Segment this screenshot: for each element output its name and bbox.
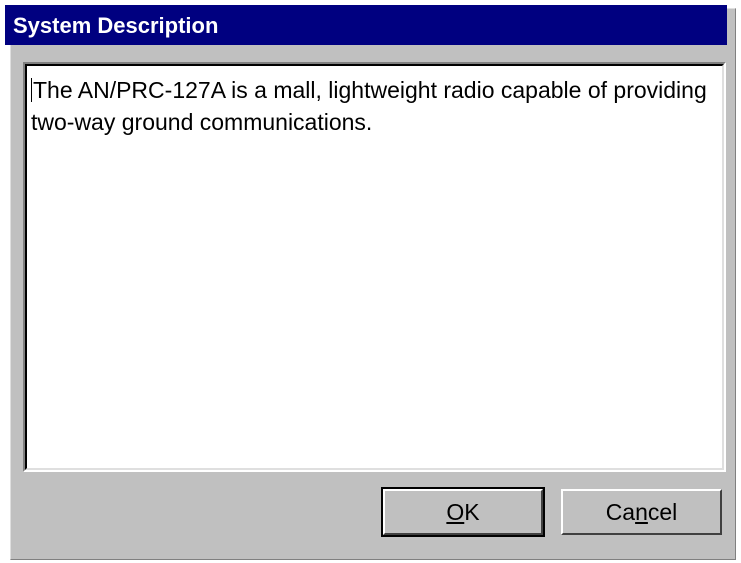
description-textarea[interactable]: The AN/PRC-127A is a mall, lightweight r… — [23, 62, 726, 472]
ok-button[interactable]: OK — [381, 487, 545, 537]
text-caret — [31, 78, 32, 102]
cancel-button[interactable]: Cancel — [561, 489, 722, 535]
cancel-button-label: Cancel — [605, 499, 678, 525]
description-text: The AN/PRC-127A is a mall, lightweight r… — [31, 77, 707, 135]
dialog-title: System Description — [13, 13, 219, 38]
description-text-area-content[interactable]: The AN/PRC-127A is a mall, lightweight r… — [25, 64, 724, 470]
title-bar[interactable]: System Description — [5, 5, 727, 45]
ok-button-label: OK — [446, 499, 480, 525]
